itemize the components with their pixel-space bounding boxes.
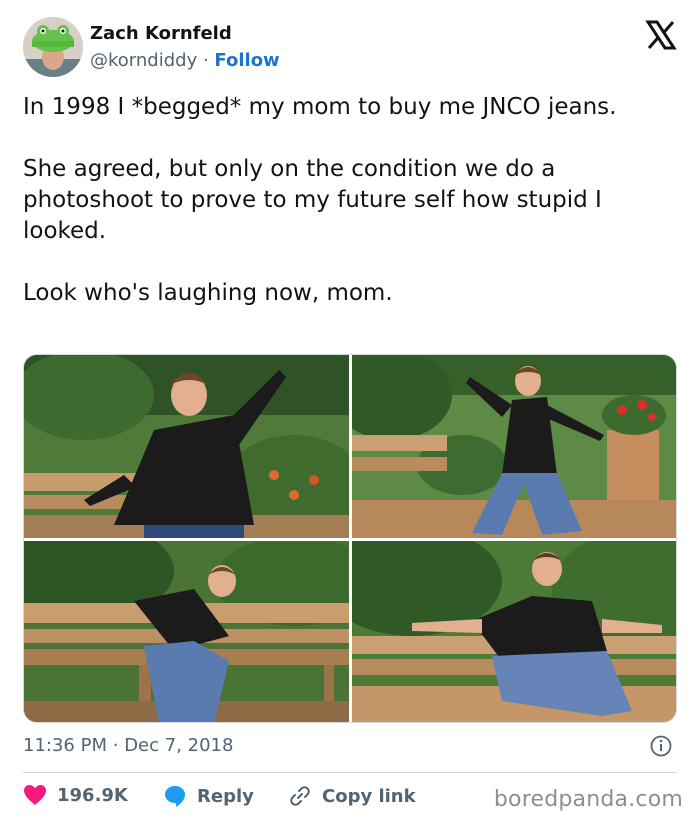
- tweet-header: Zach Kornfeld @korndiddy · Follow: [23, 17, 677, 81]
- avatar[interactable]: [23, 17, 83, 77]
- handle-separator: ·: [202, 50, 209, 71]
- watermark: boredpanda.com: [493, 787, 683, 812]
- tweet-time: 11:36 PM: [23, 735, 107, 756]
- photo-grid: [23, 354, 677, 723]
- reply-label: Reply: [197, 785, 254, 807]
- photo-3[interactable]: [24, 541, 349, 722]
- tweet-paragraph: Look who's laughing now, mom.: [23, 280, 393, 306]
- like-button[interactable]: 196.9K: [23, 784, 128, 806]
- tweet-text: In 1998 I *begged* my mom to buy me JNCO…: [23, 92, 677, 309]
- like-count: 196.9K: [57, 784, 128, 806]
- x-logo-icon[interactable]: [645, 19, 677, 51]
- photo-4[interactable]: [352, 541, 676, 722]
- info-icon[interactable]: [650, 735, 672, 757]
- author-name[interactable]: Zach Kornfeld: [90, 23, 232, 44]
- copy-link-button[interactable]: Copy link: [288, 784, 416, 808]
- author-handle[interactable]: @korndiddy: [90, 50, 197, 71]
- tweet-paragraph: In 1998 I *begged* my mom to buy me JNCO…: [23, 94, 617, 120]
- reply-button[interactable]: Reply: [163, 784, 254, 808]
- tweet-paragraph: She agreed, but only on the condition we…: [23, 156, 602, 244]
- divider: [23, 772, 677, 773]
- tweet-date: Dec 7, 2018: [124, 735, 234, 756]
- photo-2[interactable]: [352, 355, 676, 538]
- timestamp-separator: ·: [112, 735, 119, 756]
- follow-button[interactable]: Follow: [214, 50, 279, 71]
- heart-icon: [24, 785, 46, 805]
- link-icon: [290, 786, 310, 806]
- tweet-timestamp[interactable]: 11:36 PM · Dec 7, 2018: [23, 735, 233, 756]
- author-handle-row: @korndiddy · Follow: [90, 50, 280, 71]
- photo-1[interactable]: [24, 355, 349, 538]
- reply-bubble-icon: [165, 786, 185, 807]
- copy-link-label: Copy link: [322, 785, 416, 807]
